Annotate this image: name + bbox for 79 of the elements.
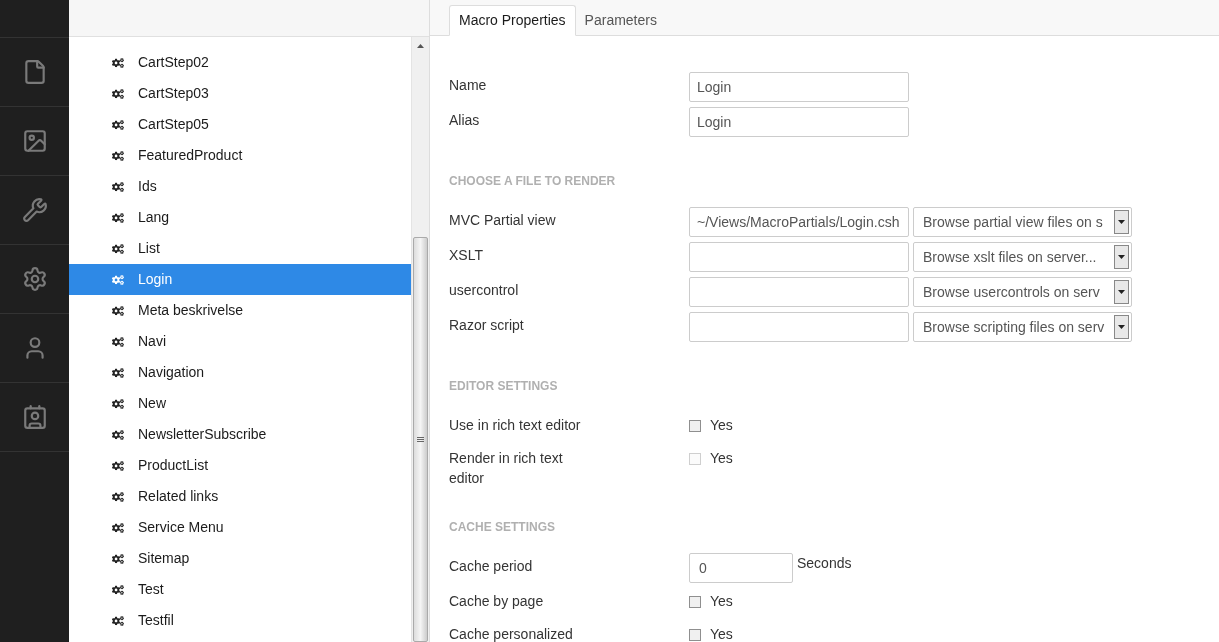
cogs-icon xyxy=(112,273,124,286)
tree-item[interactable]: NewsletterSubscribe xyxy=(69,419,411,450)
field-label: XSLT xyxy=(449,246,484,265)
cogs-icon xyxy=(112,242,124,255)
tree-item[interactable]: Sitemap xyxy=(69,543,411,574)
checkbox-label: Yes xyxy=(710,625,733,642)
field-label: Alias xyxy=(449,111,481,130)
tree-item[interactable]: Related links xyxy=(69,481,411,512)
tree-item[interactable]: CartStep02 xyxy=(69,47,411,78)
tab[interactable]: Parameters xyxy=(575,5,666,36)
cogs-icon xyxy=(112,583,124,596)
tree-item[interactable]: Login xyxy=(69,264,411,295)
checkbox-label: Yes xyxy=(710,592,733,611)
tree-item[interactable]: Lang xyxy=(69,202,411,233)
cogs-icon xyxy=(112,87,124,100)
tree-item[interactable]: Meta beskrivelse xyxy=(69,295,411,326)
cogs-icon xyxy=(112,614,124,627)
checkbox[interactable] xyxy=(689,595,701,608)
contact-card-icon[interactable] xyxy=(21,404,48,430)
path-field[interactable]: ~/Views/MacroPartials/Login.csh xyxy=(689,207,909,237)
browse-dropdown[interactable]: Browse usercontrols on serv xyxy=(913,277,1132,307)
cogs-icon xyxy=(112,459,124,472)
cogs-icon xyxy=(112,428,124,441)
scroll-up-arrow-icon[interactable] xyxy=(417,44,424,48)
text-field[interactable]: Login xyxy=(689,72,909,102)
cogs-icon xyxy=(112,490,124,503)
number-field[interactable]: 0 xyxy=(689,553,793,583)
cogs-icon xyxy=(112,521,124,534)
browse-dropdown[interactable]: Browse scripting files on serv xyxy=(913,312,1132,342)
cogs-icon xyxy=(112,552,124,565)
field-label: Use in rich text editor xyxy=(449,416,582,435)
tree-item[interactable]: CartStep03 xyxy=(69,78,411,109)
field-label: usercontrol xyxy=(449,281,520,300)
field-label: Cache period xyxy=(449,557,534,576)
section-heading: CHOOSE A FILE TO RENDER xyxy=(449,173,617,190)
tree-item[interactable]: CartStep05 xyxy=(69,109,411,140)
cogs-icon xyxy=(112,397,124,410)
field-label: Cache by page xyxy=(449,592,545,611)
grip-icon xyxy=(417,436,424,443)
field-label: MVC Partial view xyxy=(449,211,557,230)
settings-icon[interactable] xyxy=(21,266,48,292)
field-label: Cache personalized xyxy=(449,625,574,642)
cogs-icon xyxy=(112,304,124,317)
unit-label: Seconds xyxy=(797,554,852,573)
field-label: Render in rich text editor xyxy=(449,449,564,488)
section-heading: CACHE SETTINGS xyxy=(449,519,556,536)
field-label: Razor script xyxy=(449,316,525,335)
checkbox-label: Yes xyxy=(710,449,733,468)
wrench-icon[interactable] xyxy=(21,197,48,223)
browse-dropdown[interactable]: Browse xslt files on server... xyxy=(913,242,1132,272)
tree-item[interactable]: Navi xyxy=(69,326,411,357)
browse-dropdown[interactable]: Browse partial view files on s xyxy=(913,207,1132,237)
tree-item[interactable]: List xyxy=(69,233,411,264)
cogs-icon xyxy=(112,366,124,379)
cogs-icon xyxy=(112,335,124,348)
path-field[interactable] xyxy=(689,312,909,342)
tab[interactable]: Macro Properties xyxy=(449,5,576,36)
path-field[interactable] xyxy=(689,277,909,307)
cogs-icon xyxy=(112,118,124,131)
image-icon[interactable] xyxy=(21,128,48,154)
cogs-icon xyxy=(112,211,124,224)
cogs-icon xyxy=(112,180,124,193)
path-field[interactable] xyxy=(689,242,909,272)
text-field[interactable]: Login xyxy=(689,107,909,137)
cogs-icon xyxy=(112,149,124,162)
tree-item[interactable]: Service Menu xyxy=(69,512,411,543)
tree-item[interactable]: Testfil xyxy=(69,605,411,636)
tree-item[interactable]: Navigation xyxy=(69,357,411,388)
tree-item[interactable]: ProductList xyxy=(69,450,411,481)
tree-item[interactable]: New xyxy=(69,388,411,419)
checkbox-label: Yes xyxy=(710,416,733,435)
checkbox[interactable] xyxy=(689,419,701,432)
tree-item[interactable]: Test xyxy=(69,574,411,605)
field-label: Name xyxy=(449,76,488,95)
cogs-icon xyxy=(112,56,124,69)
checkbox[interactable] xyxy=(689,628,701,641)
tree-item[interactable]: FeaturedProduct xyxy=(69,140,411,171)
section-heading: EDITOR SETTINGS xyxy=(449,378,559,395)
tree-item[interactable]: Ids xyxy=(69,171,411,202)
